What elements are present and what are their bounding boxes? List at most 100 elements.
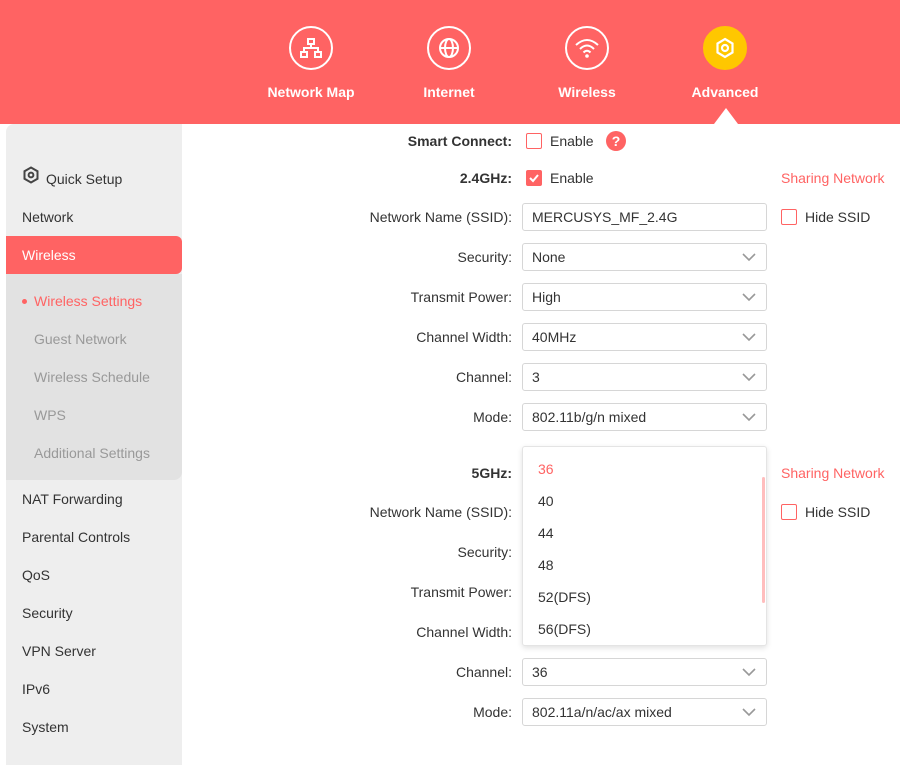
select-value: 3 xyxy=(532,369,540,385)
band-5-power-label: Transmit Power: xyxy=(410,584,512,600)
dropdown-option[interactable]: 44 xyxy=(538,525,554,541)
sidebar-item-quick-setup[interactable]: Quick Setup xyxy=(6,160,182,198)
select-value: 40MHz xyxy=(532,329,577,345)
band-24-ssid-label: Network Name (SSID): xyxy=(369,209,512,225)
nav-internet[interactable]: Internet xyxy=(389,26,509,100)
band-24-transmit-power-select[interactable]: High xyxy=(522,283,767,311)
wireless-submenu: Wireless Settings Guest Network Wireless… xyxy=(6,274,182,480)
dropdown-option[interactable]: 48 xyxy=(538,557,554,573)
select-value: 802.11a/n/ac/ax mixed xyxy=(532,704,672,720)
band-5-channel-label: Channel: xyxy=(455,664,512,680)
band-24-mode-select[interactable]: 802.11b/g/n mixed xyxy=(522,403,767,431)
band-5-width-label: Channel Width: xyxy=(416,624,512,640)
band-24-hide-ssid-label: Hide SSID xyxy=(805,209,871,225)
nav-wireless[interactable]: Wireless xyxy=(527,26,647,100)
sidebar-item-label: Security xyxy=(22,605,73,621)
select-value: 36 xyxy=(532,664,548,680)
submenu-item-label: Guest Network xyxy=(34,331,127,347)
active-nav-pointer xyxy=(714,108,738,124)
chevron-down-icon xyxy=(742,413,756,422)
submenu-item-label: WPS xyxy=(34,407,66,423)
band-24-channel-label: Channel: xyxy=(455,369,512,385)
sidebar-item-label: System xyxy=(22,719,69,735)
band-5-hide-ssid-checkbox[interactable] xyxy=(781,504,797,520)
band-5-sharing-network-link[interactable]: Sharing Network xyxy=(781,465,885,481)
nav-label: Advanced xyxy=(691,84,759,100)
band-24-label: 2.4GHz: xyxy=(459,170,512,186)
sidebar-item-qos[interactable]: QoS xyxy=(6,556,182,594)
band-5-mode-label: Mode: xyxy=(473,704,512,720)
band-24-security-select[interactable]: None xyxy=(522,243,767,271)
band-24-mode-label: Mode: xyxy=(473,409,512,425)
submenu-item-label: Wireless Schedule xyxy=(34,369,150,385)
dropdown-option[interactable]: 40 xyxy=(538,493,554,509)
nav-label: Network Map xyxy=(267,84,355,100)
channel-dropdown-list: 36 40 44 48 52(DFS) 56(DFS) xyxy=(522,446,767,646)
help-icon[interactable]: ? xyxy=(606,131,626,151)
chevron-down-icon xyxy=(742,708,756,717)
sidebar-item-system[interactable]: System xyxy=(6,708,182,746)
band-5-mode-select[interactable]: 802.11a/n/ac/ax mixed xyxy=(522,698,767,726)
sidebar-item-label: Parental Controls xyxy=(22,529,131,545)
wifi-icon xyxy=(565,26,609,70)
band-5-security-label: Security: xyxy=(457,544,512,560)
submenu-item-wireless-schedule[interactable]: Wireless Schedule xyxy=(6,358,182,396)
smart-connect-checkbox[interactable] xyxy=(526,133,542,149)
sidebar-item-security[interactable]: Security xyxy=(6,594,182,632)
quick-setup-icon xyxy=(22,160,40,198)
sidebar-item-label: Wireless xyxy=(22,247,76,263)
submenu-item-wps[interactable]: WPS xyxy=(6,396,182,434)
smart-connect-label: Smart Connect: xyxy=(407,133,512,149)
dropdown-option[interactable]: 56(DFS) xyxy=(538,621,591,637)
band-5-channel-select[interactable]: 36 xyxy=(522,658,767,686)
dropdown-option[interactable]: 36 xyxy=(538,461,554,477)
band-24-security-label: Security: xyxy=(457,249,512,265)
band-24-channel-select[interactable]: 3 xyxy=(522,363,767,391)
submenu-item-wireless-settings[interactable]: Wireless Settings xyxy=(6,282,182,320)
smart-connect-enable-label: Enable xyxy=(550,133,594,149)
band-5-hide-ssid-label: Hide SSID xyxy=(805,504,871,520)
band-24-channel-width-select[interactable]: 40MHz xyxy=(522,323,767,351)
dropdown-scrollbar[interactable] xyxy=(762,477,765,603)
submenu-item-label: Additional Settings xyxy=(34,445,150,461)
band-24-enable-checkbox[interactable] xyxy=(526,170,542,186)
band-24-power-label: Transmit Power: xyxy=(410,289,512,305)
checkmark-icon xyxy=(529,174,539,183)
nav-label: Wireless xyxy=(558,84,616,100)
top-navigation-bar: Network Map Internet Wireless Advanced xyxy=(0,0,900,124)
band-24-enable-label: Enable xyxy=(550,170,594,186)
submenu-item-additional-settings[interactable]: Additional Settings xyxy=(6,434,182,472)
advanced-gear-icon xyxy=(703,26,747,70)
sidebar-item-parental-controls[interactable]: Parental Controls xyxy=(6,518,182,556)
submenu-item-guest-network[interactable]: Guest Network xyxy=(6,320,182,358)
submenu-item-label: Wireless Settings xyxy=(34,293,143,309)
chevron-down-icon xyxy=(742,373,756,382)
band-24-sharing-network-link[interactable]: Sharing Network xyxy=(781,170,885,186)
band-24-hide-ssid-checkbox[interactable] xyxy=(781,209,797,225)
chevron-down-icon xyxy=(742,668,756,677)
sidebar-item-network[interactable]: Network xyxy=(6,198,182,236)
select-value: 802.11b/g/n mixed xyxy=(532,409,647,425)
chevron-down-icon xyxy=(742,253,756,262)
nav-label: Internet xyxy=(423,84,475,100)
nav-advanced[interactable]: Advanced xyxy=(665,26,785,100)
band-24-width-label: Channel Width: xyxy=(416,329,512,345)
sidebar-item-vpn-server[interactable]: VPN Server xyxy=(6,632,182,670)
band-5-label: 5GHz: xyxy=(471,465,512,481)
nav-network-map[interactable]: Network Map xyxy=(251,26,371,100)
band-24-ssid-input[interactable] xyxy=(522,203,767,231)
chevron-down-icon xyxy=(742,333,756,342)
sidebar-item-ipv6[interactable]: IPv6 xyxy=(6,670,182,708)
sidebar-item-label: Network xyxy=(22,209,74,225)
sidebar-item-label: VPN Server xyxy=(22,643,96,659)
sidebar-item-nat-forwarding[interactable]: NAT Forwarding xyxy=(6,480,182,518)
dropdown-option[interactable]: 52(DFS) xyxy=(538,589,591,605)
select-value: High xyxy=(532,289,561,305)
chevron-down-icon xyxy=(742,293,756,302)
sidebar-item-wireless[interactable]: Wireless xyxy=(6,236,182,274)
sidebar-item-label: QoS xyxy=(22,567,51,583)
sidebar: Quick Setup Network Wireless Wireless Se… xyxy=(6,124,182,765)
sidebar-item-label: Quick Setup xyxy=(46,171,123,187)
sidebar-item-label: IPv6 xyxy=(22,681,51,697)
globe-icon xyxy=(427,26,471,70)
